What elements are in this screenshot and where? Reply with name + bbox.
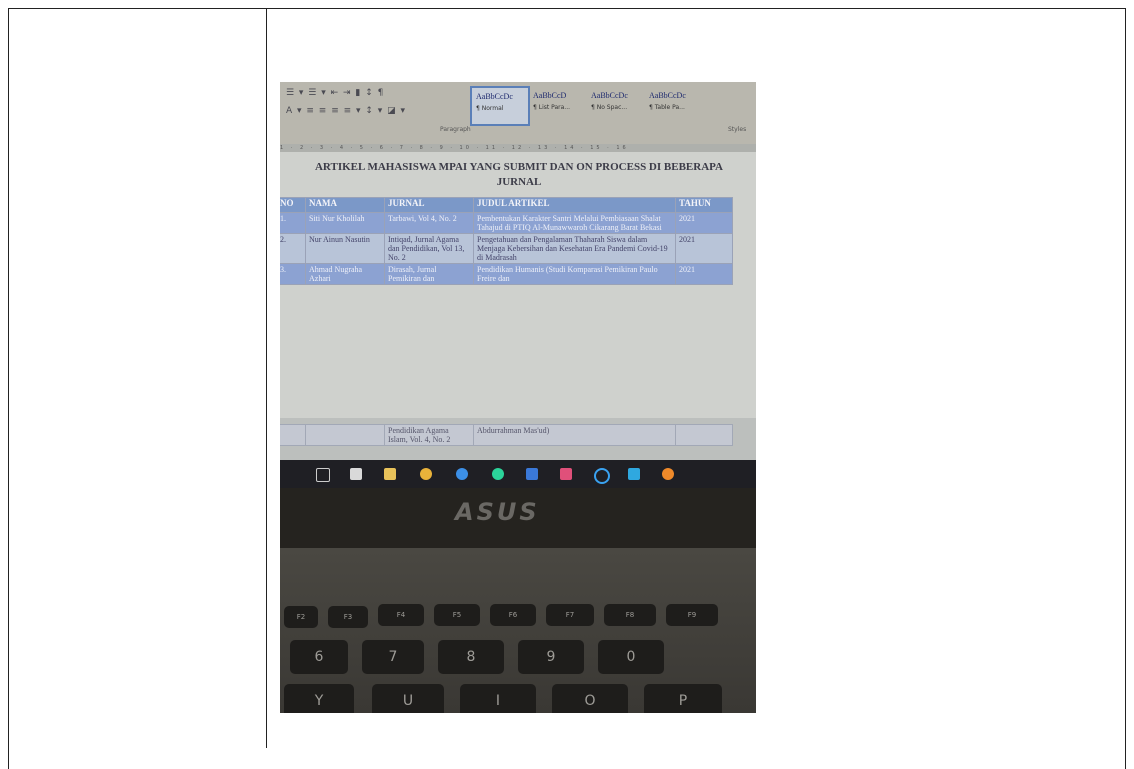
document-title: ARTIKEL MAHASISWA MPAI YANG SUBMIT DAN O… [314, 161, 723, 188]
key-6: 6 [290, 640, 348, 674]
edge-icon[interactable] [594, 468, 610, 484]
key-f: F8 [604, 604, 656, 626]
key-0: 0 [598, 640, 664, 674]
key-8: 8 [438, 640, 504, 674]
key-f: F9 [666, 604, 718, 626]
key-y: Y [284, 684, 354, 713]
styles-group-label: Styles [728, 126, 747, 133]
firefox-icon[interactable] [662, 468, 674, 480]
paragraph-group-label: Paragraph [440, 126, 471, 133]
chat-icon[interactable] [456, 468, 468, 480]
style-list-paragraph[interactable]: AaBbCcD ¶ List Para... [528, 86, 586, 124]
word-ribbon: ☰ ▾ ☰ ▾ ⇤ ⇥ ▮ ↕ ¶ A ▾ ≡ ≡ ≡ ≡ ▾ ↕ ▾ ◪ ▾ … [280, 82, 756, 144]
continued-table: Pendidikan Agama Islam, Vol. 4, No. 2 Ab… [280, 424, 733, 446]
key-f: F6 [490, 604, 536, 626]
style-normal[interactable]: AaBbCcDc ¶ Normal [470, 86, 530, 126]
file-explorer-icon[interactable] [384, 468, 396, 480]
key-f: F5 [434, 604, 480, 626]
style-table-paragraph[interactable]: AaBbCcDc ¶ Table Pa... [644, 86, 702, 124]
word-icon[interactable] [526, 468, 538, 480]
task-view-icon[interactable] [316, 468, 330, 482]
table-row: 2. Nur Ainun Nasutin Intiqad, Jurnal Aga… [280, 233, 733, 264]
key-9: 9 [518, 640, 584, 674]
key-7: 7 [362, 640, 424, 674]
articles-table: NO NAMA JURNAL JUDUL ARTIKEL TAHUN 1. Si… [280, 197, 733, 285]
key-f: F4 [378, 604, 424, 626]
key-o: O [552, 684, 628, 713]
alignment-icons: A ▾ ≡ ≡ ≡ ≡ ▾ ↕ ▾ ◪ ▾ [286, 106, 407, 116]
table-header-row: NO NAMA JURNAL JUDUL ARTIKEL TAHUN [280, 197, 733, 213]
document-photo: ☰ ▾ ☰ ▾ ⇤ ⇥ ▮ ↕ ¶ A ▾ ≡ ≡ ≡ ≡ ▾ ↕ ▾ ◪ ▾ … [280, 82, 756, 713]
whatsapp-icon[interactable] [492, 468, 504, 480]
chrome-icon[interactable] [420, 468, 432, 480]
key-f: F2 [284, 606, 318, 628]
brand-logo: ASUS [455, 498, 540, 526]
key-i: I [460, 684, 536, 713]
store-icon[interactable] [350, 468, 362, 480]
list-format-icons: ☰ ▾ ☰ ▾ ⇤ ⇥ ▮ ↕ ¶ [286, 88, 385, 98]
table-row: Pendidikan Agama Islam, Vol. 4, No. 2 Ab… [280, 424, 733, 446]
key-u: U [372, 684, 444, 713]
style-no-spacing[interactable]: AaBbCcDc ¶ No Spac... [586, 86, 644, 124]
table-row: 3. Ahmad Nugraha Azhari Dirasah, Jurnal … [280, 263, 733, 285]
column-divider [266, 8, 267, 748]
key-f: F7 [546, 604, 594, 626]
powerpoint-icon[interactable] [560, 468, 572, 480]
key-p: P [644, 684, 722, 713]
keyboard-deck: F2 F3 F4 F5 F6 F7 F8 F9 6 7 8 9 0 Y U I … [280, 548, 756, 713]
ruler: 1 · 2 · 3 · 4 · 5 · 6 · 7 · 8 · 9 · 10 ·… [280, 144, 756, 152]
key-f: F3 [328, 606, 368, 628]
table-row: 1. Siti Nur Kholilah Tarbawi, Vol 4, No.… [280, 212, 733, 234]
laptop-bezel: ASUS [280, 488, 756, 548]
windows-taskbar [280, 460, 756, 488]
app-icon[interactable] [628, 468, 640, 480]
